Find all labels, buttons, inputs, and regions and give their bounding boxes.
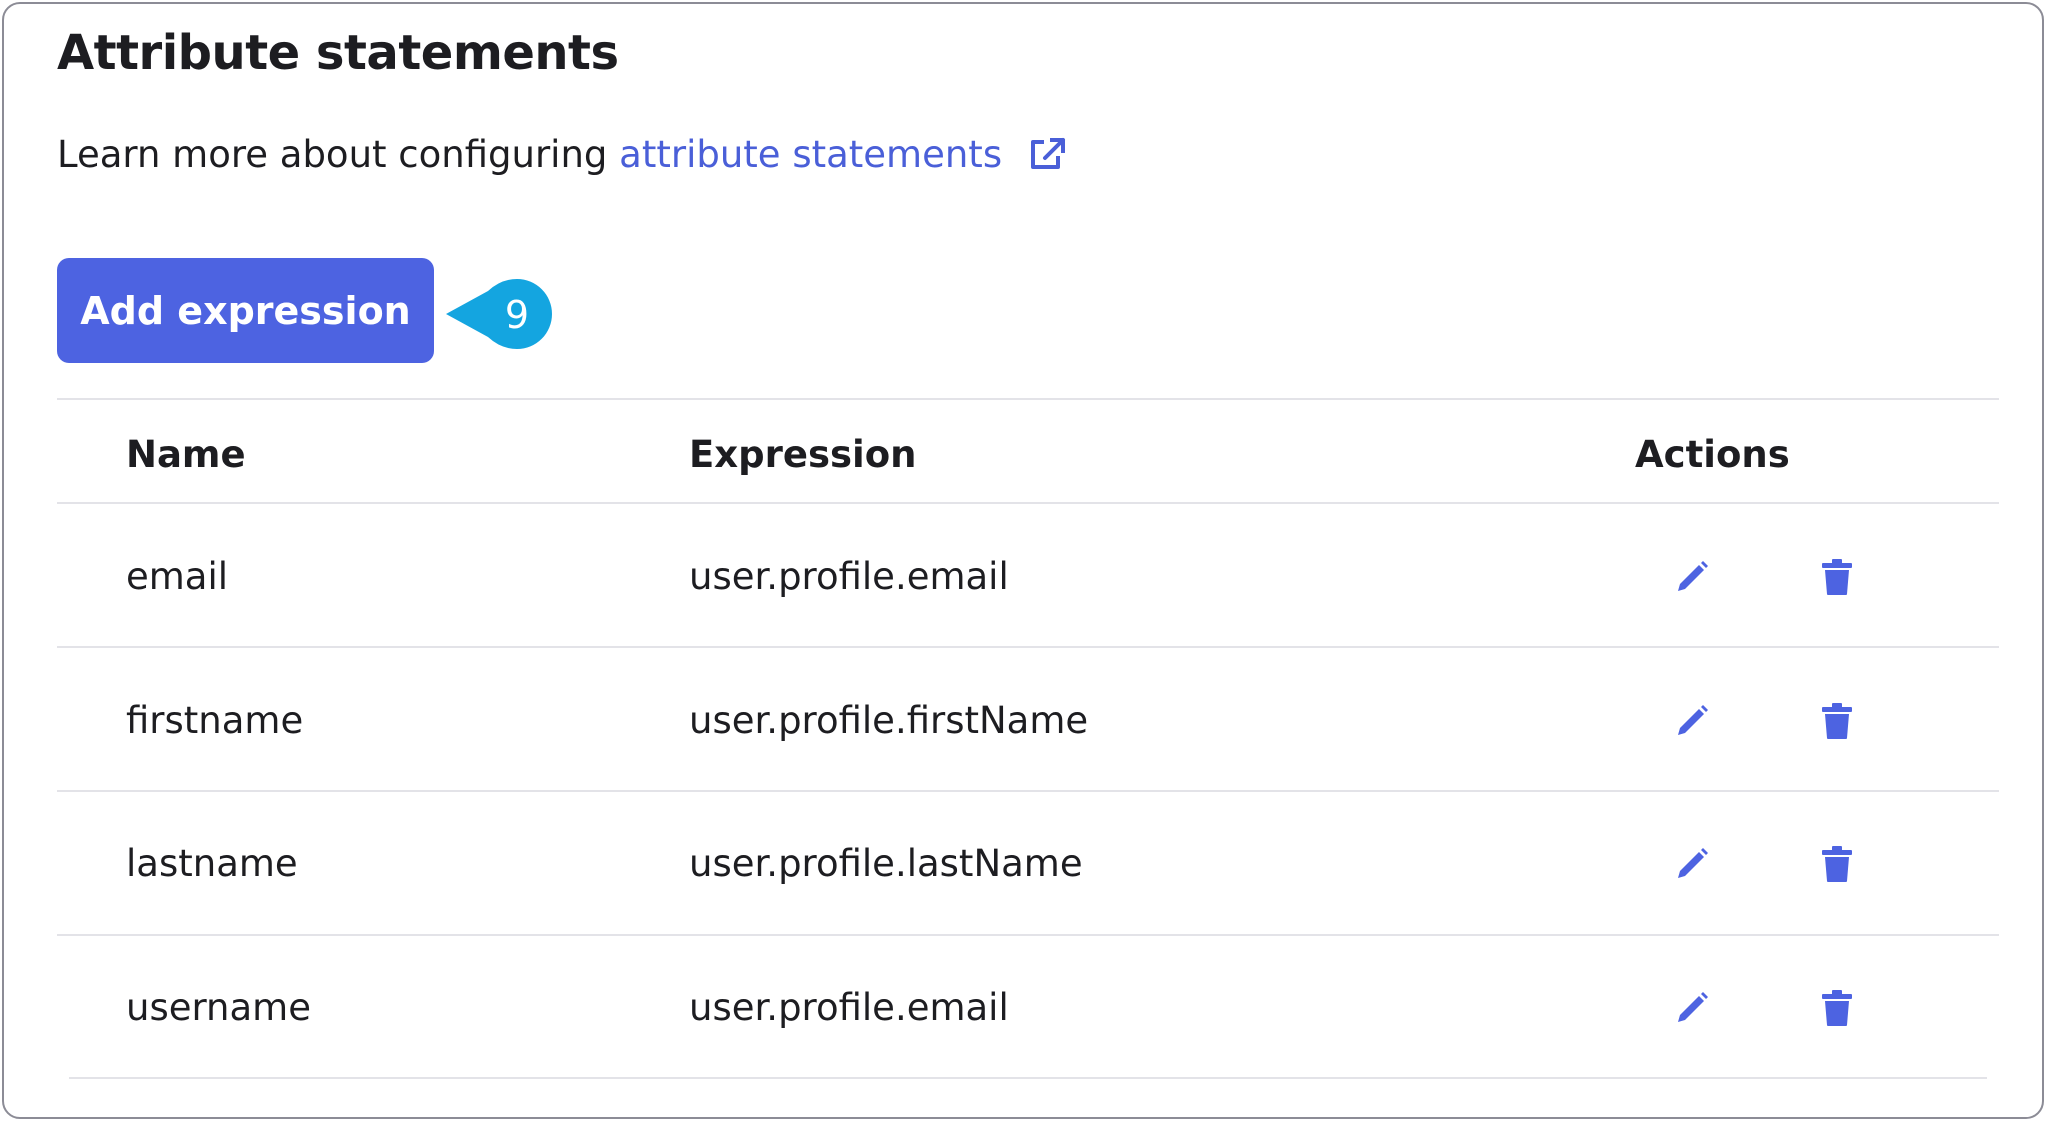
- row-name: lastname: [126, 842, 298, 885]
- edit-button[interactable]: [1664, 693, 1720, 749]
- pencil-icon: [1678, 705, 1708, 735]
- learn-more-text: Learn more about configuring attribute s…: [57, 128, 1066, 186]
- delete-button[interactable]: [1809, 693, 1865, 749]
- pencil-icon: [1678, 561, 1708, 591]
- row-name: firstname: [126, 699, 304, 742]
- trash-icon: [1822, 846, 1852, 882]
- delete-button[interactable]: [1809, 836, 1865, 892]
- pencil-icon: [1678, 848, 1708, 878]
- table-top-divider: [57, 398, 1999, 400]
- edit-button[interactable]: [1664, 836, 1720, 892]
- trash-icon: [1822, 703, 1852, 739]
- delete-button[interactable]: [1809, 980, 1865, 1036]
- row-divider: [57, 646, 1999, 648]
- row-divider: [57, 934, 1999, 936]
- row-expression: user.profile.email: [689, 555, 1009, 598]
- edit-button[interactable]: [1664, 549, 1720, 605]
- external-link-icon[interactable]: [1028, 132, 1066, 186]
- column-header-expression: Expression: [689, 433, 917, 476]
- learn-more-prefix: Learn more about configuring: [57, 133, 608, 176]
- row-expression: user.profile.lastName: [689, 842, 1083, 885]
- add-expression-button[interactable]: Add expression: [57, 258, 434, 363]
- column-header-name: Name: [126, 433, 246, 476]
- edit-button[interactable]: [1664, 980, 1720, 1036]
- attribute-statements-link[interactable]: attribute statements: [619, 133, 1002, 176]
- section-title: Attribute statements: [57, 25, 619, 81]
- row-divider: [57, 790, 1999, 792]
- column-header-actions: Actions: [1635, 433, 1790, 476]
- trash-icon: [1822, 559, 1852, 595]
- trash-icon: [1822, 990, 1852, 1026]
- pencil-icon: [1678, 992, 1708, 1022]
- step-callout-number: 9: [504, 293, 530, 337]
- row-divider: [69, 1077, 1987, 1079]
- row-expression: user.profile.firstName: [689, 699, 1089, 742]
- row-name: username: [126, 986, 311, 1029]
- row-expression: user.profile.email: [689, 986, 1009, 1029]
- row-name: email: [126, 555, 229, 598]
- delete-button[interactable]: [1809, 549, 1865, 605]
- attribute-statements-card: Attribute statements Learn more about co…: [2, 2, 2044, 1119]
- header-divider: [57, 502, 1999, 504]
